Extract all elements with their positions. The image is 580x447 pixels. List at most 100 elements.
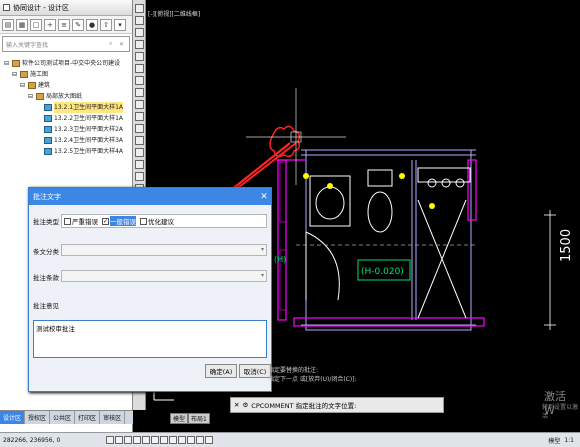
drawing-file-icon [44,148,52,155]
drawing-file-icon [44,115,52,122]
type-options: 严重错误 ✓ 一般错误 优化建议 [61,214,267,228]
tree-item-label: 施工图 [30,71,49,78]
lwt-icon[interactable] [178,436,186,444]
checkbox-icon [64,217,71,225]
tree-folder-item[interactable]: ⊟ 软件公司测试项目-中交中央公司建设 [0,58,132,69]
command-line[interactable]: ✕ ⚙ CPCOMMENT 指定批注的文字位置: [230,397,444,413]
tree-folder-item[interactable]: ⊟ 施工图 [0,69,132,80]
drawing-file-icon [44,104,52,111]
clause-category-label: 条文分类 [33,248,59,256]
status-bar: 282266, 236956, 0 模型 1:1 [0,432,580,447]
tab-layout1[interactable]: 布局1 [188,413,210,424]
tab-design[interactable]: 设计区 [0,411,26,424]
polar-icon[interactable] [133,436,141,444]
cancel-button[interactable]: 取消(C) [239,364,271,378]
layout-tabs: 模型 布局1 [170,413,210,424]
add-icon[interactable]: + [44,18,56,31]
expand-icon[interactable]: ⊟ [20,80,26,91]
rect-tool-icon[interactable] [134,40,144,49]
view-icon[interactable]: ● [86,18,98,31]
type-suggest-checkbox[interactable]: 优化建议 [140,216,174,226]
dyn-icon[interactable] [169,436,177,444]
opinion-label: 批注意见 [33,302,59,310]
ellipse-tool-icon[interactable] [134,100,144,109]
sc-icon[interactable] [205,436,213,444]
tree-leaf-item[interactable]: 13.2.2卫生间平面大样1A [0,113,132,124]
insert-tool-icon[interactable] [134,112,144,121]
chevron-down-icon: ▾ [260,272,264,279]
activation-watermark-sub: 转到设置以激活 [542,404,579,420]
save-icon[interactable]: ▦ [16,18,28,31]
type-normal-label: 一般错误 [110,216,136,226]
ortho-icon[interactable] [124,436,132,444]
snap-icon[interactable] [115,436,123,444]
panel-title-bar: 协同设计 - 设计区 [0,0,132,16]
opinion-textarea[interactable]: 测试校审批注 [33,320,267,358]
clause-category-select[interactable]: ▾ [61,244,267,256]
arc-tool-icon[interactable] [134,52,144,61]
cloud-tool-icon[interactable] [134,76,144,85]
status-toggles [106,436,213,444]
tab-print[interactable]: 打印区 [75,411,101,424]
expand-icon[interactable]: ⊟ [4,58,10,69]
line-tool-icon[interactable] [134,4,144,13]
panel-icon [3,4,10,11]
shower-knob [427,178,437,188]
viewport-label[interactable]: [-][俯视][二维线框] [148,9,200,18]
close-icon[interactable]: ✕ [234,401,239,409]
tab-review[interactable]: 审核区 [100,411,126,424]
polyline-tool-icon[interactable] [134,16,144,25]
circle-tool-icon[interactable] [134,64,144,73]
expand-icon[interactable]: ⊟ [28,91,34,102]
grid-icon[interactable] [106,436,114,444]
annotation-dialog: 批注文字 ✕ 批注类型 严重错误 ✓ 一般错误 优化建议 条文分类 ▾ 批注条款 … [28,187,272,392]
drawing-file-icon [44,126,52,133]
tree-item-label: 建筑 [38,82,51,89]
search-icon[interactable]: ⌕ [109,40,119,48]
coords-readout: 282266, 236956, 0 [3,436,61,444]
area-tabs: 设计区 授权区 公共区 打印区 审核区 [0,410,133,424]
open-icon[interactable]: ▤ [2,18,14,31]
model-label[interactable]: 模型 [548,436,564,445]
tree-leaf-item[interactable]: 13.2.1卫生间平面大样1A [0,102,132,113]
clear-icon[interactable]: ✕ [119,41,129,48]
polygon-tool-icon[interactable] [134,28,144,37]
folder-icon [12,60,20,67]
tab-authorize[interactable]: 授权区 [25,411,51,424]
checkbox-icon [140,217,147,225]
type-severe-label: 严重错误 [72,218,98,226]
type-severe-checkbox[interactable]: 严重错误 [64,216,98,226]
otrack-icon[interactable] [151,436,159,444]
tree-leaf-item[interactable]: 13.2.3卫生间平面大样2A [0,124,132,135]
tree-item-label: 软件公司测试项目-中交中央公司建设 [22,60,121,67]
more-icon[interactable]: ▾ [114,18,126,31]
wrench-icon[interactable]: ⚙ [242,401,248,409]
command-history: 指定要替换的批注: 指定下一点 或[放弃(U)/闭合(C)]: [268,366,438,384]
upload-icon[interactable]: ⇧ [100,18,112,31]
type-normal-checkbox[interactable]: ✓ 一般错误 [102,216,136,226]
spline-tool-icon[interactable] [134,88,144,97]
osnap-icon[interactable] [142,436,150,444]
tree-folder-item[interactable]: ⊟ 建筑 [0,80,132,91]
list-icon[interactable]: ≡ [58,18,70,31]
tab-model[interactable]: 模型 [170,413,189,424]
ok-button[interactable]: 确定(A) [205,364,237,378]
dialog-title: 批注文字 [33,192,61,201]
command-history-line: 指定下一点 或[放弃(U)/闭合(C)]: [268,376,357,383]
command-prompt: CPCOMMENT 指定批注的文字位置: [251,402,357,410]
qp-icon[interactable] [196,436,204,444]
folder-icon [20,71,28,78]
search-input[interactable]: 输入关键字查找 ⌕ ✕ [2,36,130,52]
close-icon[interactable]: ✕ [257,192,271,202]
block-tool-icon[interactable] [134,124,144,133]
ducs-icon[interactable] [160,436,168,444]
tree-folder-item[interactable]: ⊟ 局部放大图纸 [0,91,132,102]
expand-icon[interactable]: ⊟ [12,69,18,80]
edit-icon[interactable]: ✎ [72,18,84,31]
new-file-icon[interactable]: □ [30,18,42,31]
tab-public[interactable]: 公共区 [50,411,76,424]
scale-label[interactable]: 1:1 [564,437,580,444]
tpy-icon[interactable] [187,436,195,444]
clause-select[interactable]: ▾ [61,270,267,282]
room-outline [305,149,472,331]
